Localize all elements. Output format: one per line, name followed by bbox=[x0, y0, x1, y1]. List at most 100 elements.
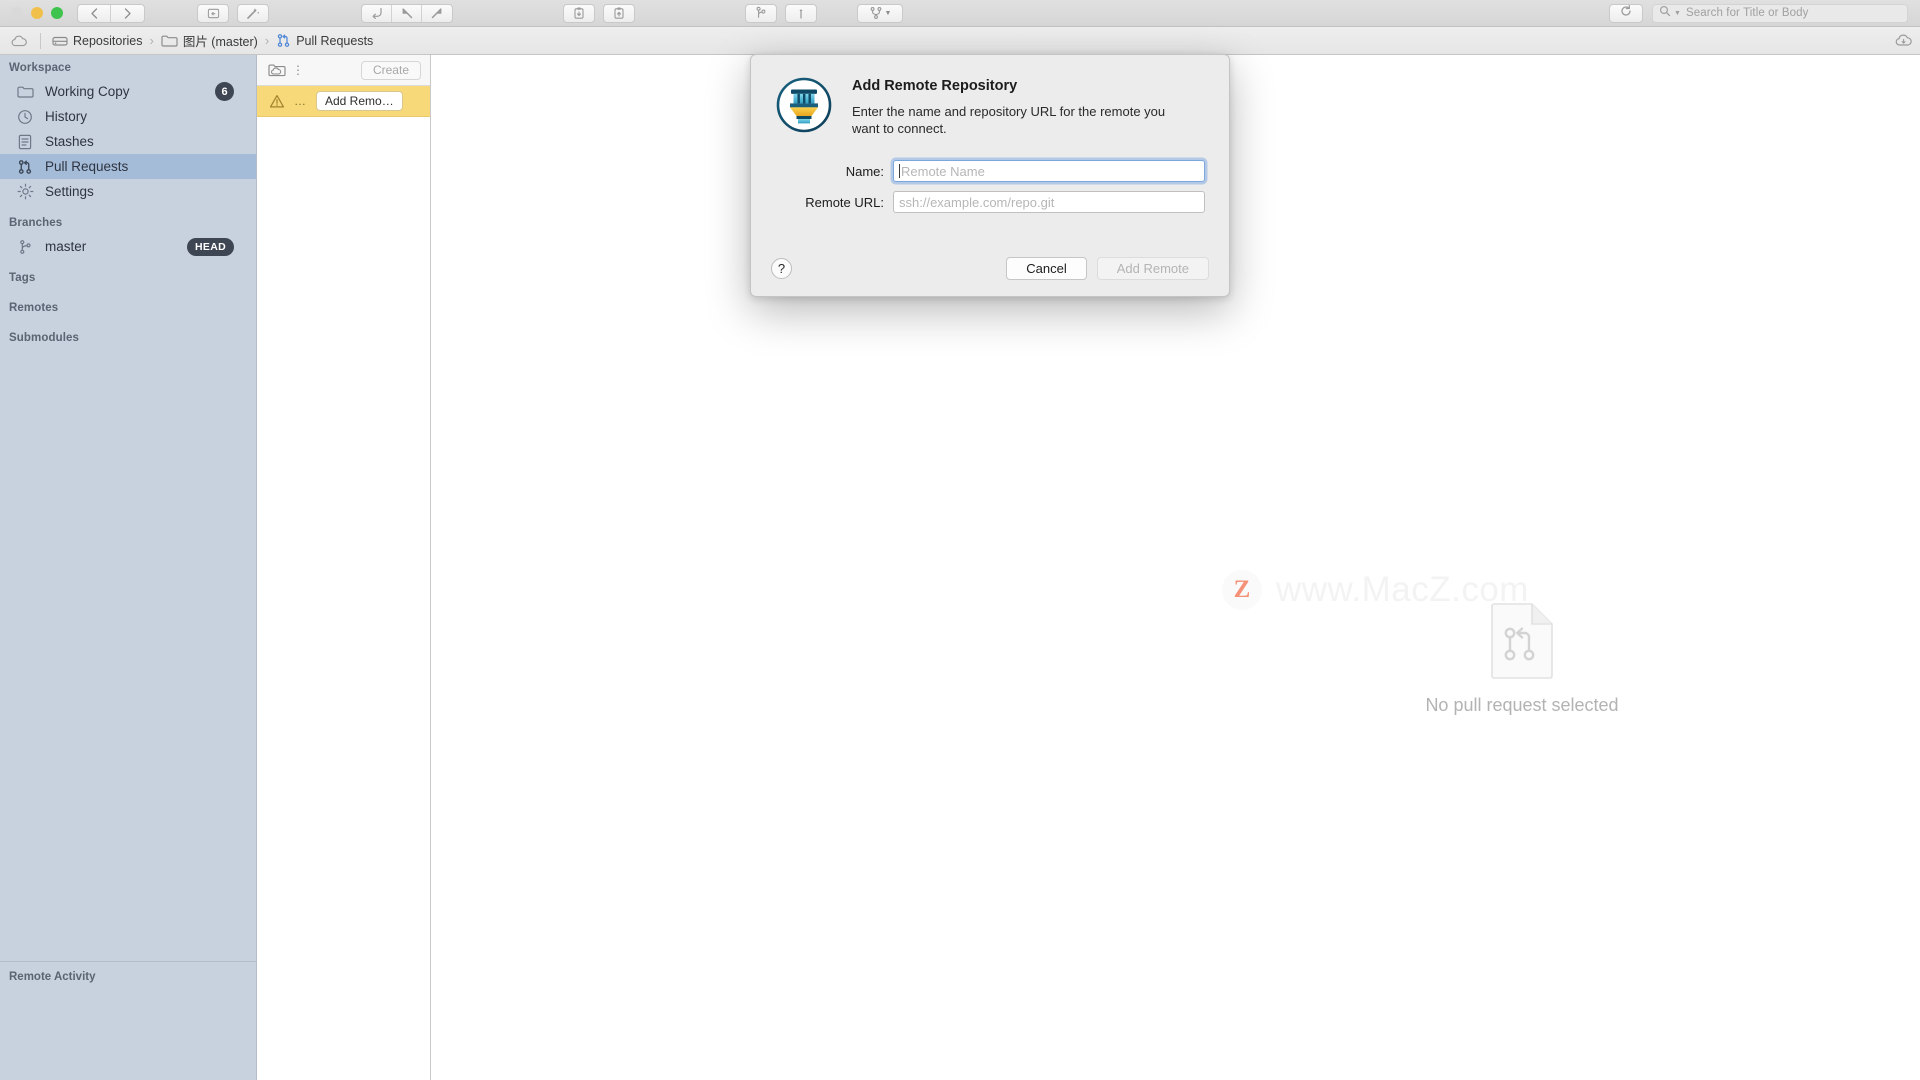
gear-icon bbox=[16, 183, 34, 200]
sidebar-item-working-copy[interactable]: Working Copy 6 bbox=[0, 79, 256, 104]
sidebar-item-label: Stashes bbox=[45, 134, 94, 149]
breadcrumb-separator: › bbox=[264, 33, 270, 48]
pull-request-list-header: ⋮ Create bbox=[257, 55, 430, 86]
name-input[interactable]: Remote Name bbox=[893, 160, 1205, 183]
unstash-icon bbox=[612, 6, 626, 20]
pull-button[interactable] bbox=[392, 4, 422, 22]
sidebar-item-pull-requests[interactable]: Pull Requests bbox=[0, 154, 256, 179]
stash-list-icon bbox=[16, 134, 34, 150]
dialog-description: Enter the name and repository URL for th… bbox=[852, 104, 1166, 137]
cloud-icon[interactable] bbox=[10, 34, 29, 48]
sidebar-item-label: Pull Requests bbox=[45, 159, 129, 174]
add-remote-button[interactable]: Add Remo… bbox=[316, 91, 403, 111]
forward-button[interactable] bbox=[111, 5, 144, 22]
sidebar: Workspace Working Copy 6 History Stashes bbox=[0, 55, 257, 1080]
help-button[interactable]: ? bbox=[771, 257, 792, 279]
chevron-down-icon: ▼ bbox=[884, 9, 892, 17]
repositories-icon bbox=[52, 34, 68, 48]
checkout-icon bbox=[370, 6, 384, 20]
sync-button-group bbox=[361, 3, 453, 23]
name-field-label: Name: bbox=[845, 163, 884, 179]
create-pull-request-button[interactable]: Create bbox=[360, 60, 421, 80]
vertical-dots-icon[interactable]: ⋮ bbox=[292, 63, 305, 77]
sidebar-item-history[interactable]: History bbox=[0, 104, 256, 129]
dialog-header: Add Remote Repository Enter the name and… bbox=[751, 55, 1229, 137]
sidebar-item-label: Settings bbox=[45, 184, 94, 199]
sidebar-section-title-remotes[interactable]: Remotes bbox=[0, 295, 256, 319]
empty-state bbox=[1491, 603, 1553, 679]
warning-triangle-icon bbox=[269, 94, 285, 109]
field-row-remote-url: Remote URL: ssh://example.com/repo.git bbox=[775, 191, 1205, 214]
sidebar-section-title-branches: Branches bbox=[9, 217, 63, 229]
navigation-button-group bbox=[77, 3, 145, 23]
reload-icon bbox=[1619, 4, 1633, 23]
breadcrumb-label: 图片 (master) bbox=[182, 35, 258, 49]
watermark: Z www.MacZ.com bbox=[1222, 570, 1529, 610]
minimize-window-button[interactable] bbox=[31, 7, 43, 19]
sidebar-item-stashes[interactable]: Stashes bbox=[0, 129, 256, 154]
pull-request-document-icon bbox=[1491, 603, 1553, 679]
quick-actions-button[interactable] bbox=[238, 5, 268, 22]
chevron-right-icon bbox=[122, 7, 133, 20]
back-button[interactable] bbox=[78, 4, 111, 22]
commit-button[interactable] bbox=[198, 5, 228, 22]
text-caret bbox=[899, 164, 900, 179]
reload-button[interactable] bbox=[1609, 3, 1643, 23]
watermark-badge: Z bbox=[1222, 570, 1262, 610]
remote-url-input[interactable]: ssh://example.com/repo.git bbox=[893, 191, 1205, 214]
sidebar-item-label: History bbox=[45, 109, 88, 124]
breadcrumb-item-pull-requests[interactable]: Pull Requests bbox=[276, 33, 373, 48]
head-badge: HEAD bbox=[187, 237, 234, 256]
cancel-button[interactable]: Cancel bbox=[1006, 256, 1087, 280]
add-remote-submit-button[interactable]: Add Remote bbox=[1096, 256, 1209, 280]
remote-activity-title: Remote Activity bbox=[9, 971, 96, 983]
sidebar-section-title-tags[interactable]: Tags bbox=[0, 265, 256, 289]
cloud-folder-icon[interactable] bbox=[268, 63, 286, 78]
stash-button[interactable] bbox=[564, 5, 594, 22]
clock-icon bbox=[16, 109, 34, 125]
list-item[interactable]: … Add Remo… bbox=[257, 86, 430, 117]
branch-icon bbox=[754, 6, 768, 20]
breadcrumb-divider bbox=[40, 32, 41, 49]
close-window-button[interactable] bbox=[11, 7, 23, 19]
breadcrumb-bar: Repositories › 图片 (master) › Pull Reques… bbox=[0, 27, 1920, 55]
empty-state-message: No pull request selected bbox=[1425, 695, 1619, 715]
sidebar-section-title-submodules[interactable]: Submodules bbox=[0, 325, 256, 349]
unstash-button[interactable] bbox=[604, 5, 634, 22]
chevron-left-icon bbox=[89, 7, 100, 20]
working-copy-count-badge: 6 bbox=[215, 82, 234, 101]
cloud-download-icon[interactable] bbox=[1894, 33, 1914, 48]
folder-icon bbox=[161, 34, 178, 48]
commit-icon bbox=[207, 7, 220, 20]
search-input-placeholder[interactable]: Search for Title or Body bbox=[1686, 7, 1809, 19]
zoom-window-button[interactable] bbox=[51, 7, 63, 19]
add-remote-repository-dialog: Add Remote Repository Enter the name and… bbox=[750, 54, 1230, 297]
sidebar-item-branch-master[interactable]: master HEAD bbox=[0, 234, 256, 259]
tag-button-group bbox=[785, 3, 817, 23]
dialog-title: Add Remote Repository bbox=[852, 78, 1018, 94]
search-field[interactable]: ▼ Search for Title or Body bbox=[1652, 3, 1908, 23]
dialog-text-block: Add Remote Repository Enter the name and… bbox=[852, 76, 1172, 137]
search-icon bbox=[1659, 4, 1671, 22]
field-row-name: Name: Remote Name bbox=[775, 160, 1205, 183]
checkout-button[interactable] bbox=[362, 4, 392, 22]
merge-icon bbox=[869, 6, 883, 20]
remote-url-input-placeholder: ssh://example.com/repo.git bbox=[899, 194, 1055, 210]
breadcrumb-item-repo[interactable]: 图片 (master) bbox=[161, 31, 258, 50]
search-scope-chevron-icon[interactable]: ▼ bbox=[1674, 10, 1681, 17]
sidebar-item-settings[interactable]: Settings bbox=[0, 179, 256, 204]
tag-button[interactable] bbox=[786, 5, 816, 22]
folder-icon bbox=[16, 85, 34, 99]
merge-button[interactable]: ▼ bbox=[858, 5, 902, 22]
push-button[interactable] bbox=[422, 5, 452, 22]
pull-request-icon bbox=[16, 159, 34, 175]
branch-icon bbox=[16, 239, 34, 255]
sidebar-section-title-workspace: Workspace bbox=[9, 62, 72, 74]
dialog-footer: ? Cancel Add Remote bbox=[751, 240, 1229, 296]
quick-actions-button-group bbox=[237, 3, 269, 23]
breadcrumb-separator: › bbox=[149, 33, 154, 48]
quick-actions-wand-icon bbox=[246, 6, 260, 20]
breadcrumb-item-repositories[interactable]: Repositories bbox=[52, 34, 142, 48]
branch-button[interactable] bbox=[746, 5, 776, 22]
commit-button-group bbox=[197, 3, 229, 23]
